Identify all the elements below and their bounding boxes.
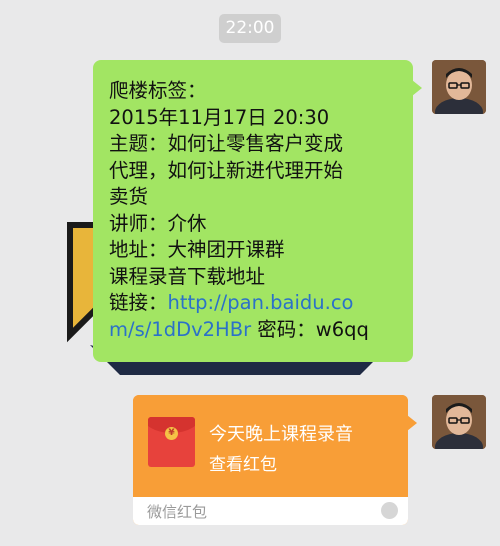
message-line: 课程录音下载地址 — [109, 264, 266, 288]
avatar[interactable] — [432, 60, 486, 114]
message-line: 2015年11月17日 20:30 — [109, 105, 330, 129]
coin-icon: ¥ — [165, 427, 178, 440]
download-link-part2[interactable]: m/s/1dDv2HBr — [109, 318, 251, 341]
message-line: 卖货 — [109, 185, 149, 208]
download-link-part1[interactable]: http://pan.baidu.co — [168, 291, 354, 314]
timestamp: 22:00 — [219, 14, 281, 43]
red-packet-footer-bar: 微信红包 — [133, 497, 408, 525]
message-line: 地址：大神团开课群 — [109, 238, 285, 261]
red-envelope-icon: ¥ — [148, 417, 195, 467]
red-packet-footer-label: 微信红包 — [147, 503, 208, 521]
link-prefix: 链接： — [109, 291, 168, 314]
message-line: 代理，如何让新进代理开始 — [109, 158, 344, 182]
message-line: 讲师：介休 — [109, 211, 207, 235]
red-packet-card[interactable]: ¥ 今天晚上课程录音 查看红包 微信红包 — [133, 395, 408, 525]
avatar[interactable] — [432, 395, 486, 449]
message-line: 爬楼标签： — [109, 79, 207, 102]
wechat-pay-logo-icon — [381, 502, 398, 519]
text-message-bubble[interactable]: 爬楼标签： 2015年11月17日 20:30 主题：如何让零售客户变成 代理，… — [93, 60, 422, 362]
link-line: m/s/1dDv2HBr 密码：w6qq — [109, 317, 413, 344]
avatar-photo-icon — [432, 395, 486, 449]
message-line: 主题：如何让零售客户变成 — [109, 132, 344, 155]
red-packet-subtitle: 查看红包 — [209, 455, 277, 475]
red-packet-body: ¥ 今天晚上课程录音 查看红包 — [133, 395, 408, 497]
password-text: 密码：w6qq — [251, 317, 369, 341]
avatar-photo-icon — [432, 60, 486, 114]
red-packet-tail — [407, 415, 417, 431]
link-line: 链接：http://pan.baidu.co — [109, 290, 413, 317]
red-packet-title: 今天晚上课程录音 — [209, 424, 353, 445]
